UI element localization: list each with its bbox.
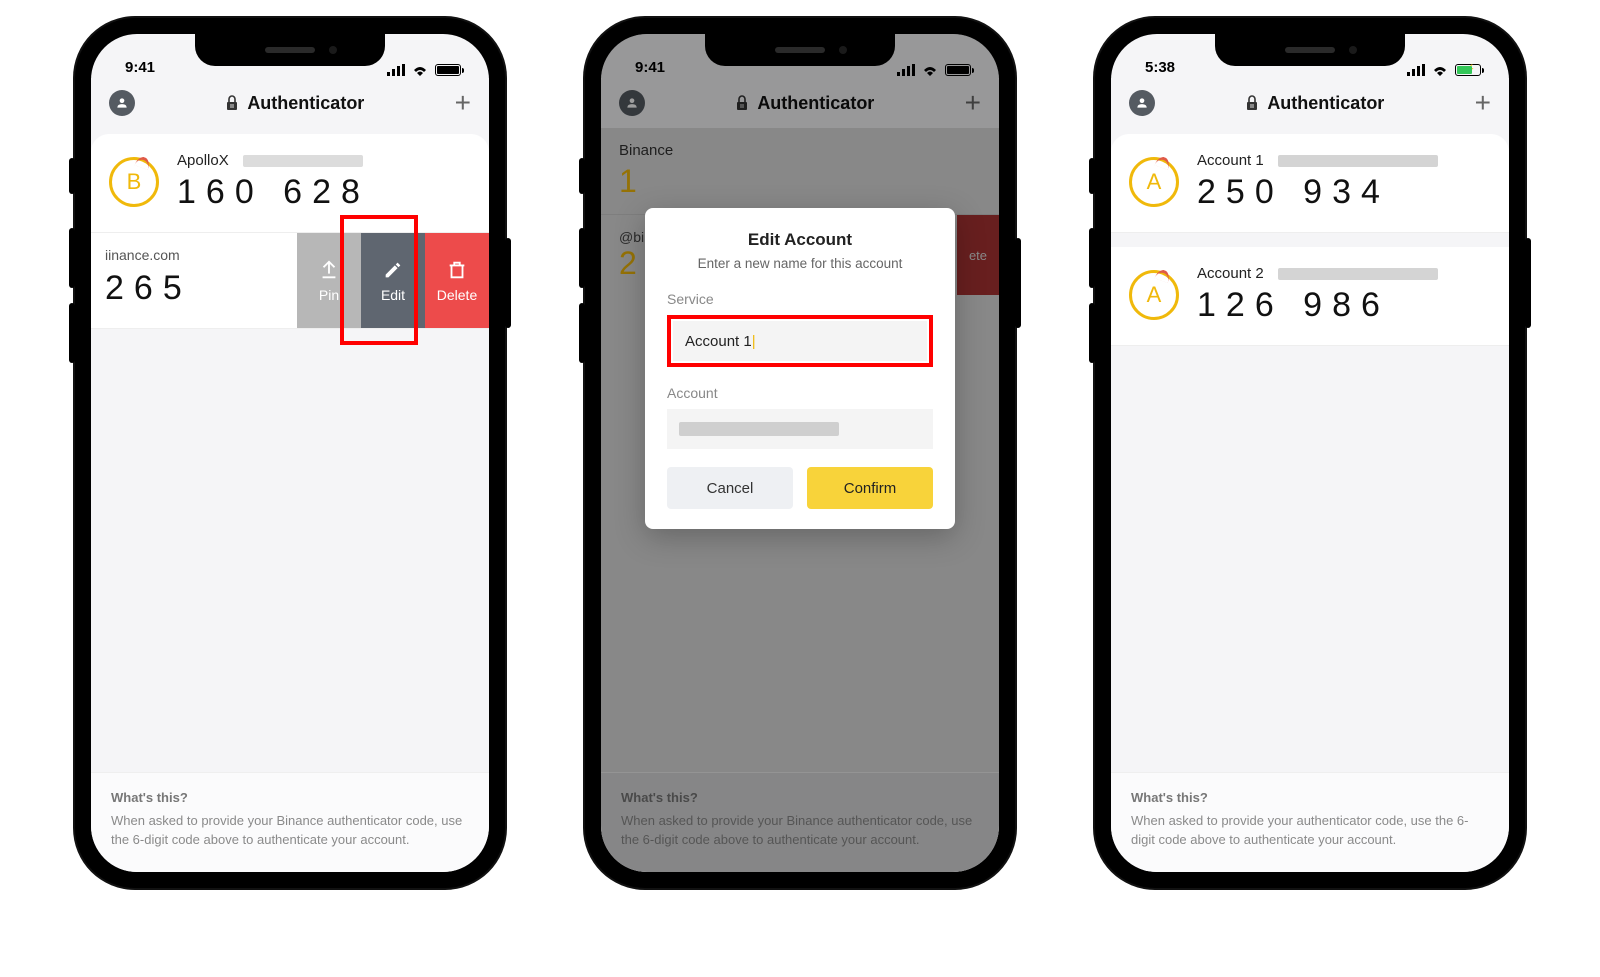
delete-action-button[interactable]: Delete xyxy=(425,233,489,328)
edit-action-button[interactable]: Edit xyxy=(361,233,425,328)
cancel-button[interactable]: Cancel xyxy=(667,467,793,509)
auth-entry-swiped[interactable]: iinance.com 265 Pin Edit Delete xyxy=(91,233,489,329)
signal-icon xyxy=(1407,64,1425,76)
status-time: 5:38 xyxy=(1145,59,1175,76)
app-header: Authenticator + xyxy=(1111,78,1509,128)
content-area: A Account 1 250 934 A Account 2 126 xyxy=(1111,128,1509,772)
battery-charging-icon xyxy=(1455,64,1481,76)
phone-frame-2: 9:41 Authenticator + Binance xyxy=(585,18,1015,888)
lock-icon xyxy=(225,95,239,111)
entry-otp-code: 160 628 xyxy=(177,173,370,212)
wifi-icon xyxy=(411,64,429,76)
edit-icon xyxy=(382,259,404,281)
entry-service-name: Account 2 xyxy=(1197,265,1264,282)
footer-title: What's this? xyxy=(1131,789,1489,808)
entry-account-masked xyxy=(243,155,363,167)
timer-ring-icon: A xyxy=(1129,270,1179,320)
lock-icon xyxy=(1245,95,1259,111)
wifi-icon xyxy=(1431,64,1449,76)
notch xyxy=(195,34,385,66)
battery-icon xyxy=(435,64,461,76)
confirm-button[interactable]: Confirm xyxy=(807,467,933,509)
timer-ring-icon: B xyxy=(109,157,159,207)
trash-icon xyxy=(446,259,468,281)
entry-service-name: Account 1 xyxy=(1197,152,1264,169)
phone-frame-1: 9:41 Authenticator + B ApolloX xyxy=(75,18,505,888)
add-account-button[interactable]: + xyxy=(1475,89,1491,117)
signal-icon xyxy=(387,64,405,76)
service-input[interactable]: Account 1| xyxy=(673,321,927,361)
entry-otp-code: 250 934 xyxy=(1197,173,1438,212)
app-title: Authenticator xyxy=(1267,93,1384,114)
highlight-service-input: Account 1| xyxy=(667,315,933,367)
pin-icon xyxy=(318,259,340,281)
footer-help: What's this? When asked to provide your … xyxy=(91,772,489,872)
modal-title: Edit Account xyxy=(667,230,933,250)
entry-account-masked xyxy=(1278,155,1438,167)
footer-body: When asked to provide your Binance authe… xyxy=(111,813,462,847)
entry-account-fragment: iinance.com xyxy=(105,247,192,263)
auth-entry-apollox[interactable]: B ApolloX 160 628 xyxy=(91,134,489,233)
edit-account-modal: Edit Account Enter a new name for this a… xyxy=(645,208,955,529)
account-input[interactable] xyxy=(667,409,933,449)
footer-help: What's this? When asked to provide your … xyxy=(1111,772,1509,872)
service-field-label: Service xyxy=(667,291,933,307)
content-area: B ApolloX 160 628 iinance.com 265 xyxy=(91,128,489,772)
pin-action-button[interactable]: Pin xyxy=(297,233,361,328)
notch xyxy=(705,34,895,66)
footer-title: What's this? xyxy=(111,789,469,808)
app-title: Authenticator xyxy=(247,93,364,114)
app-header: Authenticator + xyxy=(91,78,489,128)
entry-otp-partial: 265 xyxy=(105,269,192,308)
phone-frame-3: 5:38 Authenticator + A Account xyxy=(1095,18,1525,888)
entry-service-name: ApolloX xyxy=(177,152,229,169)
auth-entry-account2[interactable]: A Account 2 126 986 xyxy=(1111,247,1509,346)
profile-button[interactable] xyxy=(109,90,135,116)
notch xyxy=(1215,34,1405,66)
modal-subtitle: Enter a new name for this account xyxy=(667,256,933,271)
timer-ring-icon: A xyxy=(1129,157,1179,207)
account-field-label: Account xyxy=(667,385,933,401)
add-account-button[interactable]: + xyxy=(455,89,471,117)
entry-account-masked xyxy=(1278,268,1438,280)
entry-otp-code: 126 986 xyxy=(1197,286,1438,325)
status-time: 9:41 xyxy=(125,59,155,76)
footer-body: When asked to provide your authenticator… xyxy=(1131,813,1468,847)
profile-button[interactable] xyxy=(1129,90,1155,116)
auth-entry-account1[interactable]: A Account 1 250 934 xyxy=(1111,134,1509,233)
account-value-masked xyxy=(679,422,839,436)
